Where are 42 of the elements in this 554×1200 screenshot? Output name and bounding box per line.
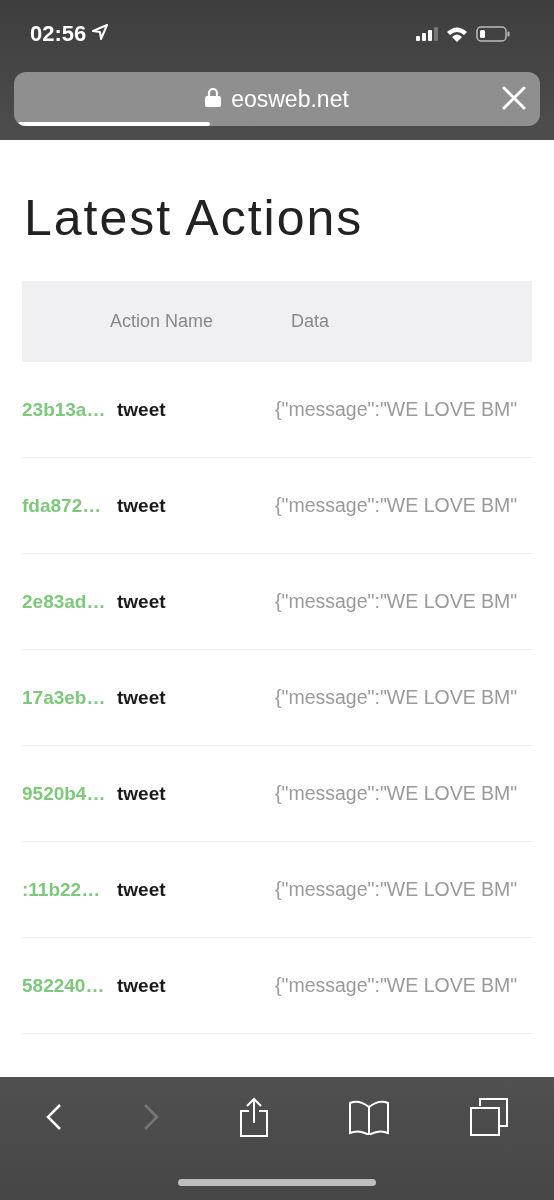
- data-cell: {"message":"WE LOVE BM": [275, 398, 518, 421]
- url-text: eosweb.net: [231, 85, 349, 113]
- tabs-icon: [469, 1098, 508, 1136]
- data-cell: {"message":"WE LOVE BM": [275, 782, 518, 805]
- lock-icon: [205, 87, 222, 107]
- back-button[interactable]: [46, 1103, 63, 1131]
- transaction-id-link[interactable]: 23b13a…: [22, 398, 117, 421]
- data-cell: {"message":"WE LOVE BM": [275, 878, 518, 901]
- wifi-icon: [446, 26, 468, 42]
- data-cell: {"message":"WE LOVE BM": [275, 494, 518, 517]
- signal-icon: [416, 27, 438, 41]
- action-name-cell-text: tweet: [117, 686, 167, 709]
- data-cell: {"message":"WE LOVE BM": [275, 686, 518, 709]
- data-cell: {"message":"WE LOVE BM": [275, 590, 518, 613]
- tabs-button[interactable]: [469, 1098, 508, 1136]
- back-icon: [46, 1103, 63, 1131]
- share-icon: [238, 1097, 269, 1137]
- transaction-id-link[interactable]: 17a3eb…: [22, 686, 117, 709]
- address-bar[interactable]: eosweb.net: [14, 72, 540, 126]
- action-name-cell-text: tweet: [117, 974, 167, 997]
- transaction-id-link[interactable]: :11b22…: [22, 878, 117, 901]
- book-button[interactable]: [349, 1099, 390, 1135]
- column-header: Data: [291, 311, 330, 332]
- page-title: Latest Actions: [23, 189, 365, 248]
- x-glyph: [502, 86, 526, 110]
- battery-icon: [476, 26, 510, 42]
- action-name-cell-text: tweet: [117, 590, 167, 613]
- column-header: Action Name: [110, 311, 214, 332]
- action-name-cell-text: tweet: [117, 398, 167, 421]
- action-name-cell-text: tweet: [117, 782, 167, 805]
- transaction-id-link[interactable]: 2e83ad…: [22, 590, 117, 613]
- location-arrow-icon: [92, 24, 109, 40]
- clock-time: 02:56: [30, 21, 87, 47]
- action-name-cell-text: tweet: [117, 878, 167, 901]
- transaction-id-link[interactable]: fda872…: [22, 494, 117, 517]
- transaction-id-link[interactable]: 582240…: [22, 974, 117, 997]
- action-name-cell-text: tweet: [117, 494, 167, 517]
- transaction-id-link[interactable]: 9520b4…: [22, 782, 117, 805]
- book-icon: [349, 1099, 390, 1135]
- share-button[interactable]: [238, 1097, 269, 1137]
- data-cell: {"message":"WE LOVE BM": [275, 974, 518, 997]
- forward-icon: [142, 1103, 159, 1131]
